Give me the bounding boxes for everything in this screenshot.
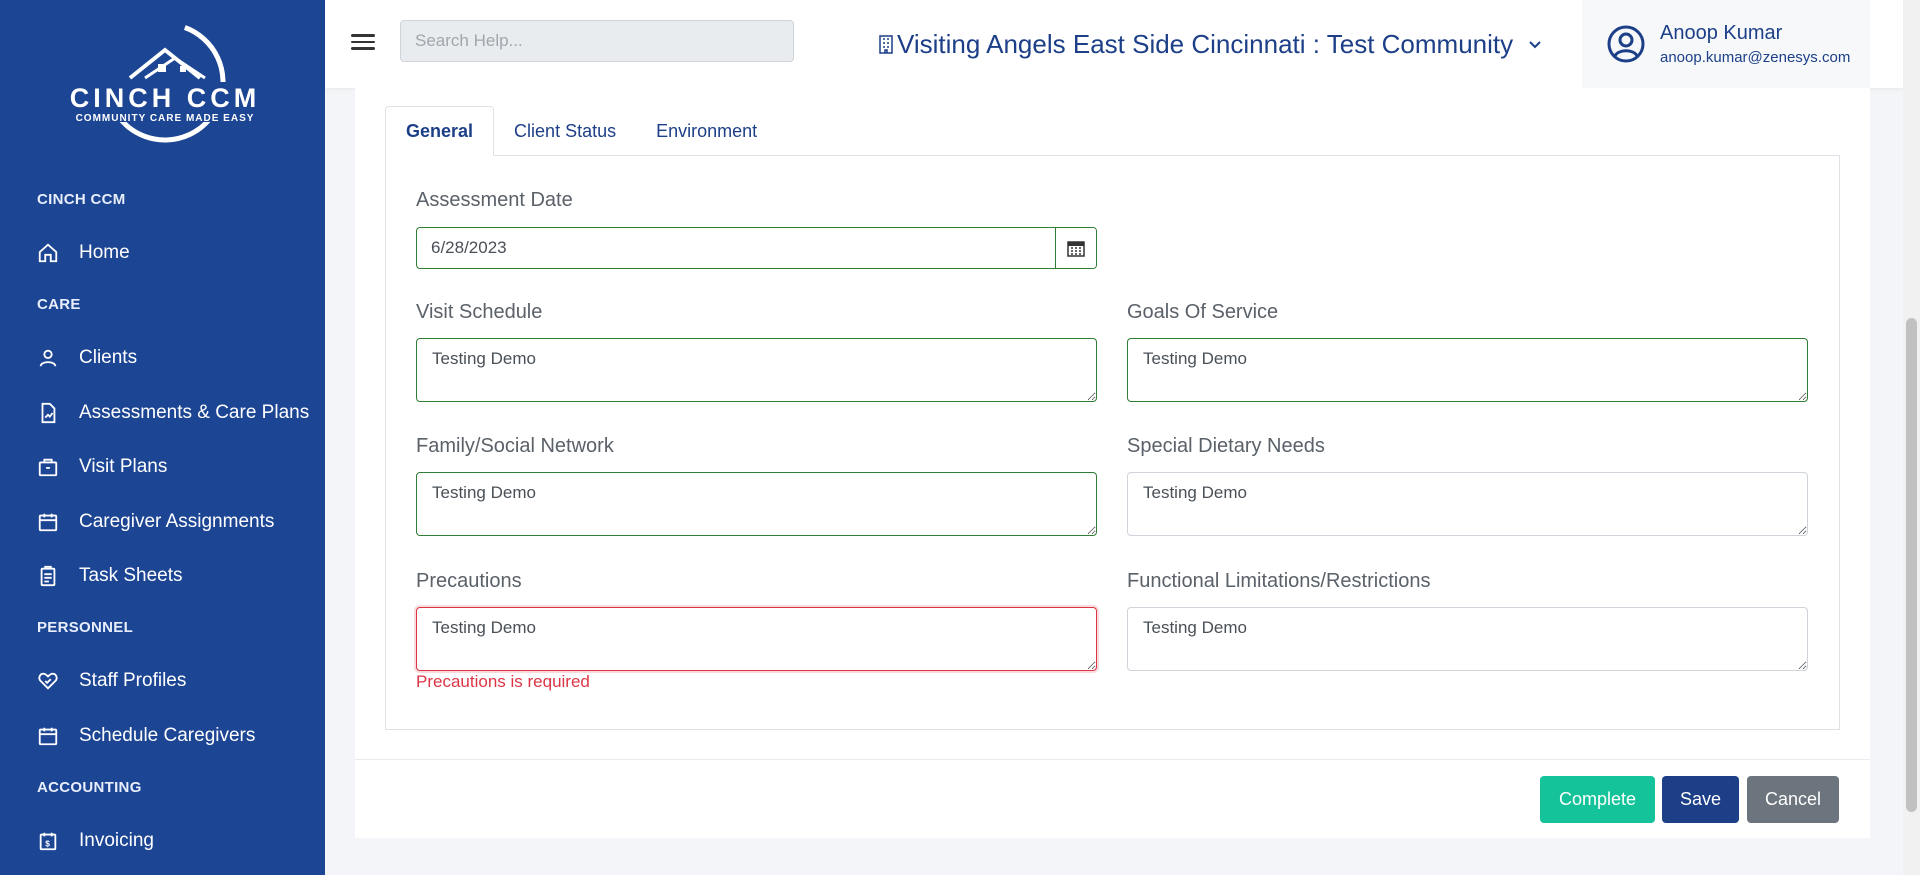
- user-email: anoop.kumar@zenesys.com: [1660, 49, 1851, 66]
- sidebar-item-invoicing[interactable]: $ Invoicing: [37, 824, 317, 858]
- sidebar-item-assessments[interactable]: Assessments & Care Plans: [37, 396, 317, 430]
- sidebar-item-clients[interactable]: Clients: [37, 341, 317, 375]
- section-cinch: CINCH CCM: [37, 191, 126, 208]
- section-personnel: PERSONNEL: [37, 619, 134, 636]
- file-chart-icon: [37, 402, 59, 424]
- precautions-error: Precautions is required: [416, 672, 590, 691]
- sidebar: CINCH CCM COMMUNITY CARE MADE EASY CINCH…: [0, 0, 325, 875]
- sidebar-item-label: Caregiver Assignments: [79, 511, 275, 532]
- visit-schedule-textarea[interactable]: Testing Demo: [416, 338, 1097, 402]
- user-menu[interactable]: Anoop Kumar anoop.kumar@zenesys.com: [1582, 0, 1870, 88]
- calendar-icon: [37, 725, 59, 747]
- sidebar-item-task-sheets[interactable]: Task Sheets: [37, 559, 317, 593]
- svg-text:$: $: [45, 840, 50, 849]
- sidebar-item-label: Task Sheets: [79, 565, 183, 586]
- user-icon: [37, 347, 59, 369]
- sidebar-item-label: Home: [79, 242, 130, 263]
- calendar-icon: [1067, 241, 1085, 257]
- sidebar-item-label: Schedule Caregivers: [79, 725, 256, 746]
- home-icon: [37, 242, 59, 264]
- special-dietary-needs-textarea[interactable]: Testing Demo: [1127, 472, 1808, 536]
- goals-of-service-textarea[interactable]: Testing Demo: [1127, 338, 1808, 402]
- logo-name: CINCH CCM: [70, 83, 261, 113]
- goals-of-service-label: Goals Of Service: [1127, 301, 1279, 323]
- section-care: CARE: [37, 296, 81, 313]
- footer-divider: [355, 759, 1870, 760]
- sidebar-item-label: Staff Profiles: [79, 670, 187, 691]
- tab-bar: General Client Status Environment: [385, 106, 777, 156]
- calendar-button[interactable]: [1055, 228, 1096, 268]
- building-icon: [879, 35, 893, 54]
- sidebar-item-caregiver-assignments[interactable]: Caregiver Assignments: [37, 505, 317, 539]
- special-dietary-needs-label: Special Dietary Needs: [1127, 435, 1325, 457]
- functional-limitations-textarea[interactable]: Testing Demo: [1127, 607, 1808, 671]
- tab-environment[interactable]: Environment: [636, 106, 777, 156]
- sidebar-item-label: Visit Plans: [79, 456, 168, 477]
- sidebar-item-label: Assessments & Care Plans: [79, 402, 310, 423]
- clipboard-icon: [37, 565, 59, 587]
- visit-schedule-label: Visit Schedule: [416, 301, 543, 323]
- community-name: Visiting Angels East Side Cincinnati : T…: [897, 28, 1514, 59]
- save-button[interactable]: Save: [1662, 776, 1739, 823]
- sidebar-item-label: Invoicing: [79, 830, 154, 851]
- general-panel: Assessment Date Visit Schedule Testing D…: [385, 155, 1840, 730]
- cancel-button[interactable]: Cancel: [1747, 776, 1839, 823]
- sidebar-item-schedule-caregivers[interactable]: Schedule Caregivers: [37, 719, 317, 753]
- sidebar-item-label: Clients: [79, 347, 138, 368]
- sidebar-item-visit-plans[interactable]: Visit Plans: [37, 450, 317, 484]
- tab-client-status[interactable]: Client Status: [494, 106, 636, 156]
- calendar-icon: [37, 511, 59, 533]
- precautions-label: Precautions: [416, 570, 522, 592]
- tab-general[interactable]: General: [385, 106, 495, 156]
- section-accounting: ACCOUNTING: [37, 779, 142, 796]
- functional-limitations-label: Functional Limitations/Restrictions: [1127, 570, 1431, 592]
- chevron-down-icon: [1529, 41, 1541, 49]
- logo-tagline: COMMUNITY CARE MADE EASY: [76, 113, 255, 124]
- assessment-card: General Client Status Environment Assess…: [355, 88, 1870, 838]
- scrollbar-thumb[interactable]: [1906, 318, 1917, 812]
- assessment-date-input[interactable]: [417, 228, 1055, 268]
- community-selector[interactable]: Visiting Angels East Side Cincinnati : T…: [877, 26, 1543, 62]
- user-name: Anoop Kumar: [1660, 22, 1783, 44]
- menu-toggle-icon[interactable]: [351, 30, 375, 58]
- cinch-ccm-logo[interactable]: CINCH CCM COMMUNITY CARE MADE EASY: [60, 20, 270, 150]
- heart-icon: [37, 670, 59, 692]
- avatar-icon: [1607, 25, 1645, 63]
- assessment-date-label: Assessment Date: [416, 189, 573, 211]
- sidebar-item-staff-profiles[interactable]: Staff Profiles: [37, 664, 317, 698]
- sidebar-item-home[interactable]: Home: [37, 236, 317, 270]
- assessment-date-field: [416, 227, 1097, 269]
- top-header: Visiting Angels East Side Cincinnati : T…: [325, 0, 1903, 88]
- scrollbar[interactable]: [1903, 0, 1920, 875]
- precautions-textarea[interactable]: Testing Demo: [416, 607, 1097, 671]
- search-input[interactable]: [400, 20, 794, 62]
- invoice-icon: $: [37, 830, 59, 852]
- complete-button[interactable]: Complete: [1540, 776, 1655, 823]
- family-social-network-label: Family/Social Network: [416, 435, 614, 457]
- briefcase-icon: [37, 456, 59, 478]
- family-social-network-textarea[interactable]: Testing Demo: [416, 472, 1097, 536]
